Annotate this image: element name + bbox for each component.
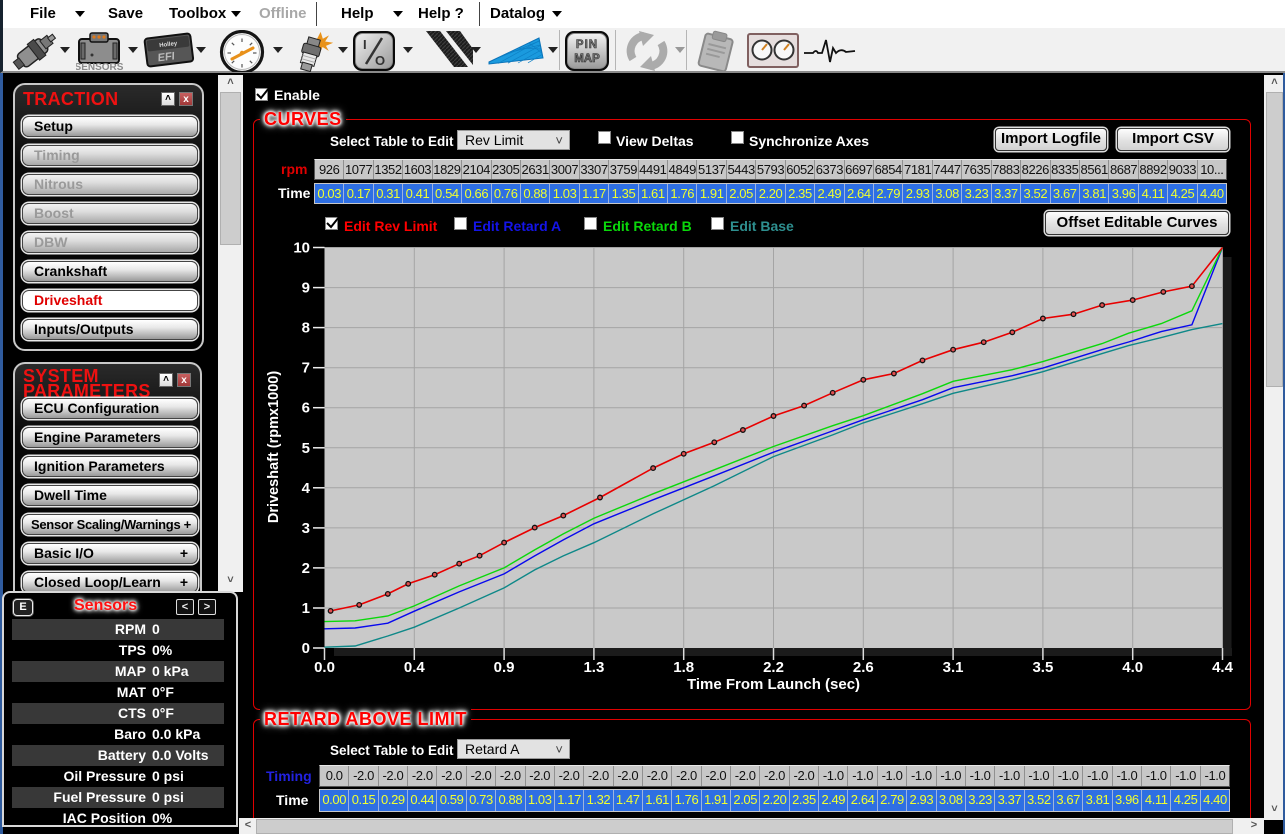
svg-text:4.0: 4.0 (1122, 659, 1143, 676)
svg-text:2: 2 (302, 560, 310, 577)
svg-text:5: 5 (302, 440, 310, 457)
svg-text:0: 0 (302, 640, 310, 657)
svg-text:3.1: 3.1 (943, 659, 964, 676)
svg-text:2.6: 2.6 (853, 659, 874, 676)
svg-text:MAP: MAP (574, 53, 600, 65)
svg-text:0.0: 0.0 (314, 659, 335, 676)
svg-text:I: I (363, 37, 367, 52)
svg-text:8: 8 (302, 320, 310, 337)
svg-text:4: 4 (302, 480, 311, 497)
svg-text:0.4: 0.4 (404, 659, 426, 676)
svg-text:9: 9 (302, 280, 310, 297)
svg-text:PIN: PIN (576, 39, 598, 51)
svg-text:Driveshaft (rpmx1000): Driveshaft (rpmx1000) (266, 371, 282, 523)
svg-text:7: 7 (302, 360, 310, 377)
svg-text:0.9: 0.9 (494, 659, 515, 676)
svg-text:3.5: 3.5 (1032, 659, 1053, 676)
svg-text:4.4: 4.4 (1212, 659, 1234, 676)
svg-text:6: 6 (302, 400, 310, 417)
svg-text:1: 1 (302, 600, 310, 617)
svg-text:1.3: 1.3 (583, 659, 604, 676)
svg-text:SENSORS: SENSORS (76, 62, 124, 71)
svg-text:3: 3 (302, 520, 310, 537)
svg-text:1.8: 1.8 (673, 659, 694, 676)
svg-text:EFI: EFI (158, 50, 175, 64)
svg-text:Time From Launch (sec): Time From Launch (sec) (687, 676, 860, 693)
svg-text:O: O (375, 53, 385, 68)
svg-text:10: 10 (293, 240, 310, 257)
svg-text:2.2: 2.2 (763, 659, 784, 676)
